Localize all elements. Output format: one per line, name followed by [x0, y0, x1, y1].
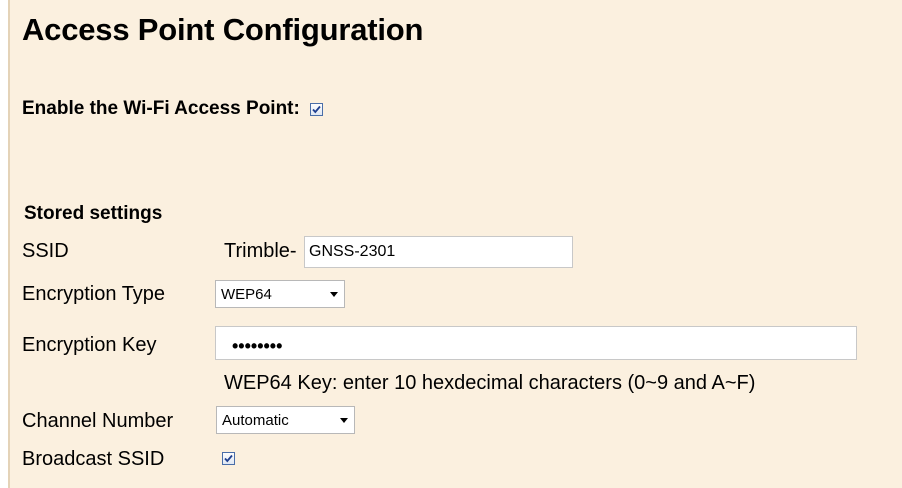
- channel-number-label: Channel Number: [22, 410, 174, 432]
- encryption-type-label: Encryption Type: [22, 283, 166, 305]
- chevron-down-icon: [340, 418, 348, 423]
- encryption-type-select[interactable]: WEP64: [215, 280, 345, 308]
- enable-ap-row: Enable the Wi-Fi Access Point:: [22, 98, 323, 120]
- encryption-key-hint: WEP64 Key: enter 10 hexdecimal character…: [224, 372, 756, 394]
- checkmark-icon: [224, 454, 233, 463]
- enable-ap-label: Enable the Wi-Fi Access Point:: [22, 98, 300, 119]
- page-title: Access Point Configuration: [22, 12, 424, 47]
- ssid-input[interactable]: GNSS-2301: [304, 236, 573, 268]
- config-panel: Access Point Configuration Enable the Wi…: [8, 0, 902, 488]
- ssid-label: SSID: [22, 240, 69, 262]
- channel-number-value: Automatic: [222, 411, 289, 429]
- stored-settings-heading: Stored settings: [24, 203, 163, 224]
- encryption-key-masked-value: ••••••••: [232, 336, 283, 356]
- encryption-type-value: WEP64: [221, 285, 272, 303]
- channel-number-select[interactable]: Automatic: [216, 406, 355, 434]
- enable-ap-checkbox[interactable]: [309, 102, 323, 116]
- ssid-prefix: Trimble-: [224, 240, 297, 262]
- checkmark-icon: [312, 105, 321, 113]
- broadcast-ssid-label: Broadcast SSID: [22, 448, 165, 470]
- broadcast-ssid-checkbox[interactable]: [222, 452, 235, 465]
- encryption-key-label: Encryption Key: [22, 334, 157, 356]
- chevron-down-icon: [330, 292, 338, 297]
- encryption-key-input[interactable]: [215, 326, 857, 360]
